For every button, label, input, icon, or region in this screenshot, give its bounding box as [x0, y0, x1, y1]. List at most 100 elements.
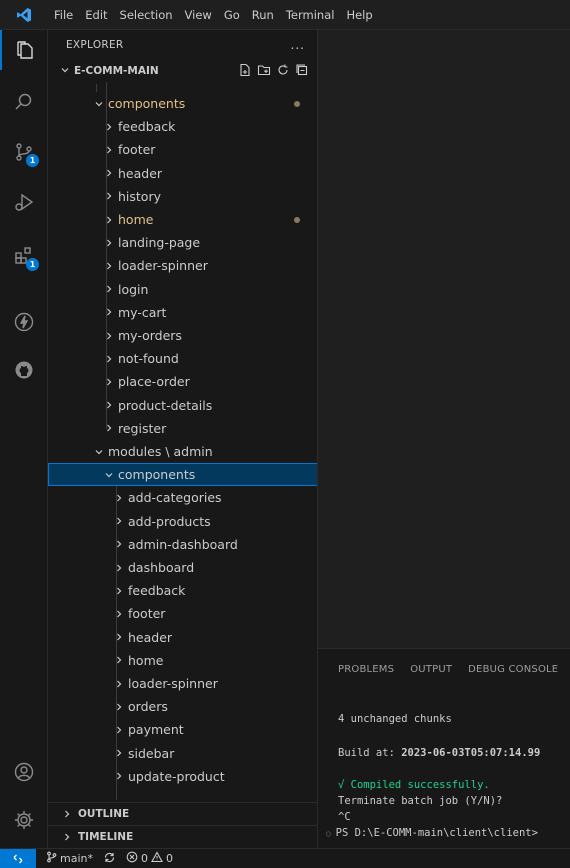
tree-folder[interactable]: history [48, 185, 317, 208]
new-folder-icon[interactable] [257, 63, 271, 80]
project-root[interactable]: E-COMM-MAIN [48, 60, 317, 82]
terminal-output[interactable]: 4 unchanged chunks Build at: 2023-06-03T… [318, 689, 570, 848]
chevron-right-icon [102, 354, 116, 364]
tree-folder[interactable]: header [48, 626, 317, 649]
github-icon[interactable] [0, 350, 48, 390]
chevron-right-icon [112, 679, 126, 689]
tree-folder[interactable]: loader-spinner [48, 254, 317, 277]
tree-folder-label: feedback [128, 583, 186, 599]
tree-folder-label: add-products [128, 513, 211, 529]
explorer-icon[interactable] [0, 30, 48, 70]
extensions-badge: 1 [26, 258, 39, 271]
tree-folder-label: my-cart [118, 304, 167, 320]
panel-tabs: PROBLEMS OUTPUT DEBUG CONSOLE [318, 649, 570, 689]
menu-go[interactable]: Go [218, 0, 246, 30]
menu-file[interactable]: File [48, 0, 79, 30]
activity-bar: 1 1 [0, 30, 48, 848]
tree-folder[interactable]: modules \ admin [48, 440, 317, 463]
menu-run[interactable]: Run [246, 0, 280, 30]
tree-folder-label: payment [128, 722, 184, 738]
tree-folder-label: home [118, 212, 154, 228]
tree-folder-label: admin-dashboard [128, 536, 238, 552]
explorer-title: EXPLORER [66, 39, 124, 51]
refresh-icon[interactable] [276, 63, 290, 80]
editor-area[interactable] [318, 30, 570, 648]
tree-folder-label: footer [118, 142, 156, 158]
tree-folder[interactable]: loader-spinner [48, 672, 317, 695]
menu-bar: File Edit Selection View Go Run Terminal Help [48, 0, 379, 30]
problems-indicator[interactable]: 0 0 [126, 851, 173, 866]
outline-section[interactable]: OUTLINE [48, 802, 317, 824]
chevron-right-icon [112, 586, 126, 596]
tree-folder[interactable]: not-found [48, 347, 317, 370]
menu-edit[interactable]: Edit [79, 0, 113, 30]
tree-folder[interactable]: payment [48, 718, 317, 741]
tree-folder[interactable]: feedback [48, 579, 317, 602]
tree-folder[interactable]: update-product [48, 765, 317, 788]
tree-folder[interactable]: home [48, 649, 317, 672]
account-icon[interactable] [0, 752, 48, 792]
terminal-line-ctrl-c: ^C [338, 811, 351, 823]
remote-indicator-icon[interactable] [0, 848, 36, 868]
tree-folder[interactable]: header [48, 162, 317, 185]
tree-folder-label: feedback [118, 119, 176, 135]
tree-folder[interactable]: orders [48, 695, 317, 718]
chevron-right-icon [112, 632, 126, 642]
more-actions-icon[interactable]: ... [291, 38, 305, 52]
prompt-text: PS D:\E-COMM-main\client\client> [335, 827, 538, 839]
tree-folder[interactable]: my-cart [48, 301, 317, 324]
lightning-icon[interactable] [0, 302, 48, 342]
source-control-icon[interactable]: 1 [0, 132, 48, 172]
tree-folder[interactable]: sidebar [48, 742, 317, 765]
extensions-icon[interactable]: 1 [0, 236, 48, 276]
timeline-label: TIMELINE [78, 830, 134, 843]
chevron-right-icon [112, 563, 126, 573]
tree-folder-label: place-order [118, 374, 190, 390]
tree-folder[interactable]: landing-page [48, 231, 317, 254]
tree-folder[interactable]: add-categories [48, 486, 317, 509]
search-icon[interactable] [0, 82, 48, 122]
tree-folder[interactable]: register [48, 417, 317, 440]
tab-problems[interactable]: PROBLEMS [338, 664, 394, 675]
chevron-right-icon [102, 238, 116, 248]
tree-folder[interactable]: feedback [48, 115, 317, 138]
tree-folder[interactable]: login [48, 278, 317, 301]
collapse-all-icon[interactable] [295, 63, 309, 80]
tree-folder[interactable]: admin-dashboard [48, 533, 317, 556]
tree-folder[interactable]: product-details [48, 394, 317, 417]
status-bar: main* 0 0 [0, 848, 570, 868]
tree-folder[interactable]: my-orders [48, 324, 317, 347]
tab-debug-console[interactable]: DEBUG CONSOLE [468, 664, 558, 675]
tree-folder-label: product-details [118, 397, 213, 413]
branch-name: main* [60, 852, 93, 865]
settings-gear-icon[interactable] [0, 800, 48, 840]
menu-selection[interactable]: Selection [114, 0, 179, 30]
branch-indicator[interactable]: main* [46, 851, 93, 866]
tree-folder[interactable]: place-order [48, 370, 317, 393]
tree-folder[interactable]: footer [48, 602, 317, 625]
menu-help[interactable]: Help [340, 0, 378, 30]
tree-folder[interactable]: add-products [48, 510, 317, 533]
tree-folder[interactable]: components [48, 463, 317, 487]
tree-folder[interactable]: components [48, 92, 317, 115]
tree-folder-label: add-categories [128, 490, 222, 506]
tree-folder[interactable]: footer [48, 138, 317, 161]
chevron-right-icon [112, 493, 126, 503]
chevron-down-icon [92, 447, 106, 457]
error-count: 0 [140, 852, 148, 865]
tab-output[interactable]: OUTPUT [410, 664, 452, 675]
sync-button[interactable] [103, 851, 116, 867]
tree-folder[interactable]: home [48, 208, 317, 231]
chevron-right-icon [112, 702, 126, 712]
tree-folder-label: my-orders [118, 328, 182, 344]
warning-icon [151, 851, 163, 866]
menu-terminal[interactable]: Terminal [280, 0, 341, 30]
chevron-right-icon [112, 655, 126, 665]
error-icon [126, 851, 138, 866]
chevron-right-icon [102, 284, 116, 294]
tree-folder[interactable]: dashboard [48, 556, 317, 579]
menu-view[interactable]: View [179, 0, 218, 30]
timeline-section[interactable]: TIMELINE [48, 825, 317, 847]
new-file-icon[interactable] [238, 63, 252, 80]
run-debug-icon[interactable] [0, 182, 48, 222]
